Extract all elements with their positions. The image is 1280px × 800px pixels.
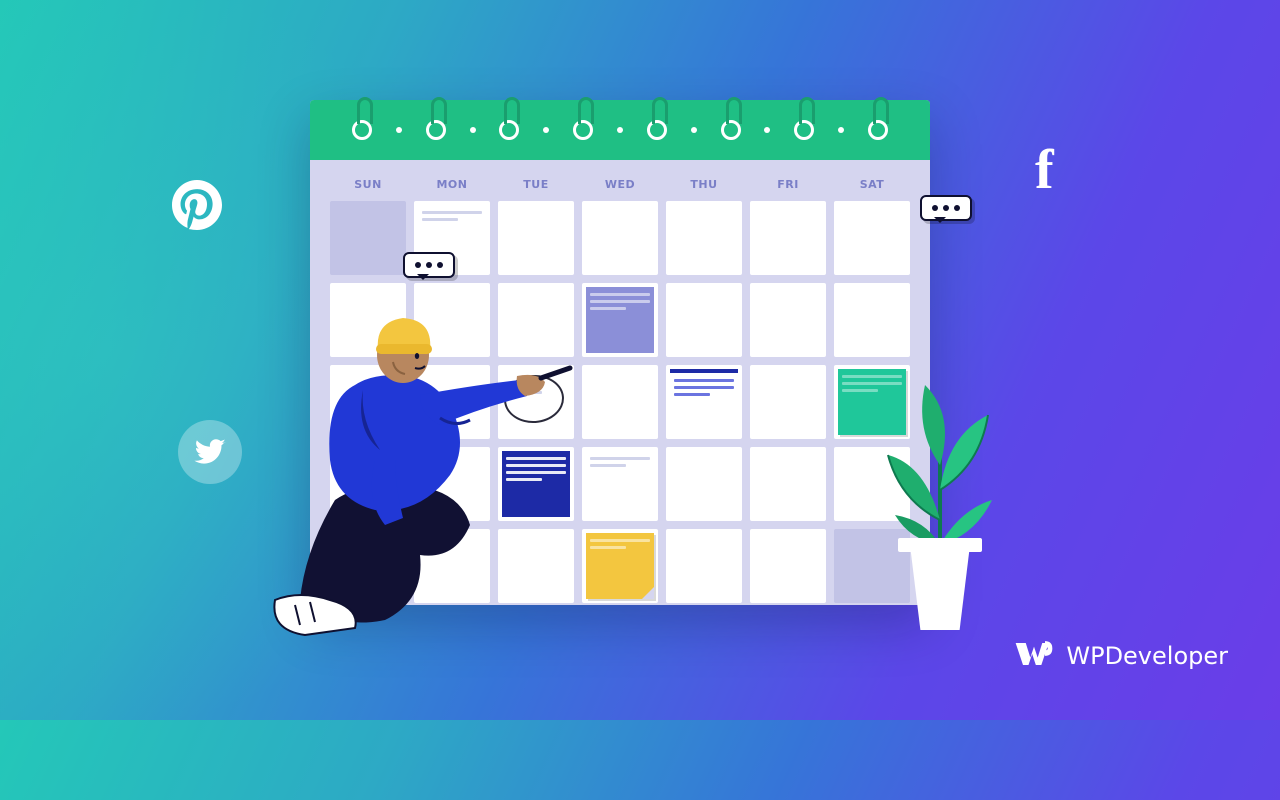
calendar-day-headers: SUN MON TUE WED THU FRI SAT [310, 160, 930, 201]
day-thu: THU [666, 178, 742, 191]
calendar-cell [834, 283, 910, 357]
calendar-cell [750, 365, 826, 439]
calendar-cell [666, 529, 742, 603]
calendar-cell [750, 201, 826, 275]
twitter-icon [178, 420, 242, 484]
calendar-cell [666, 365, 742, 439]
calendar-cell [666, 283, 742, 357]
calendar-cell [582, 529, 658, 603]
day-wed: WED [582, 178, 658, 191]
calendar-cell [666, 201, 742, 275]
brand-logo: WPDeveloper [1012, 632, 1228, 680]
day-mon: MON [414, 178, 490, 191]
calendar-cell [750, 283, 826, 357]
person-illustration [245, 300, 585, 650]
calendar-cell [582, 365, 658, 439]
day-sun: SUN [330, 178, 406, 191]
day-tue: TUE [498, 178, 574, 191]
pinterest-icon [172, 180, 222, 230]
speech-bubble-icon [403, 252, 455, 278]
calendar-cell [834, 201, 910, 275]
speech-bubble-icon [920, 195, 972, 221]
calendar-binding [310, 100, 930, 160]
brand-mark-icon [1012, 632, 1056, 680]
facebook-icon: f [1035, 138, 1054, 202]
day-sat: SAT [834, 178, 910, 191]
brand-name: WPDeveloper [1066, 642, 1228, 670]
calendar-cell [750, 529, 826, 603]
calendar-cell [750, 447, 826, 521]
calendar-cell [666, 447, 742, 521]
day-fri: FRI [750, 178, 826, 191]
calendar-cell [582, 283, 658, 357]
calendar-cell [582, 201, 658, 275]
calendar-cell [330, 201, 406, 275]
calendar-cell [582, 447, 658, 521]
plant-illustration [870, 370, 1010, 630]
calendar-cell [498, 201, 574, 275]
